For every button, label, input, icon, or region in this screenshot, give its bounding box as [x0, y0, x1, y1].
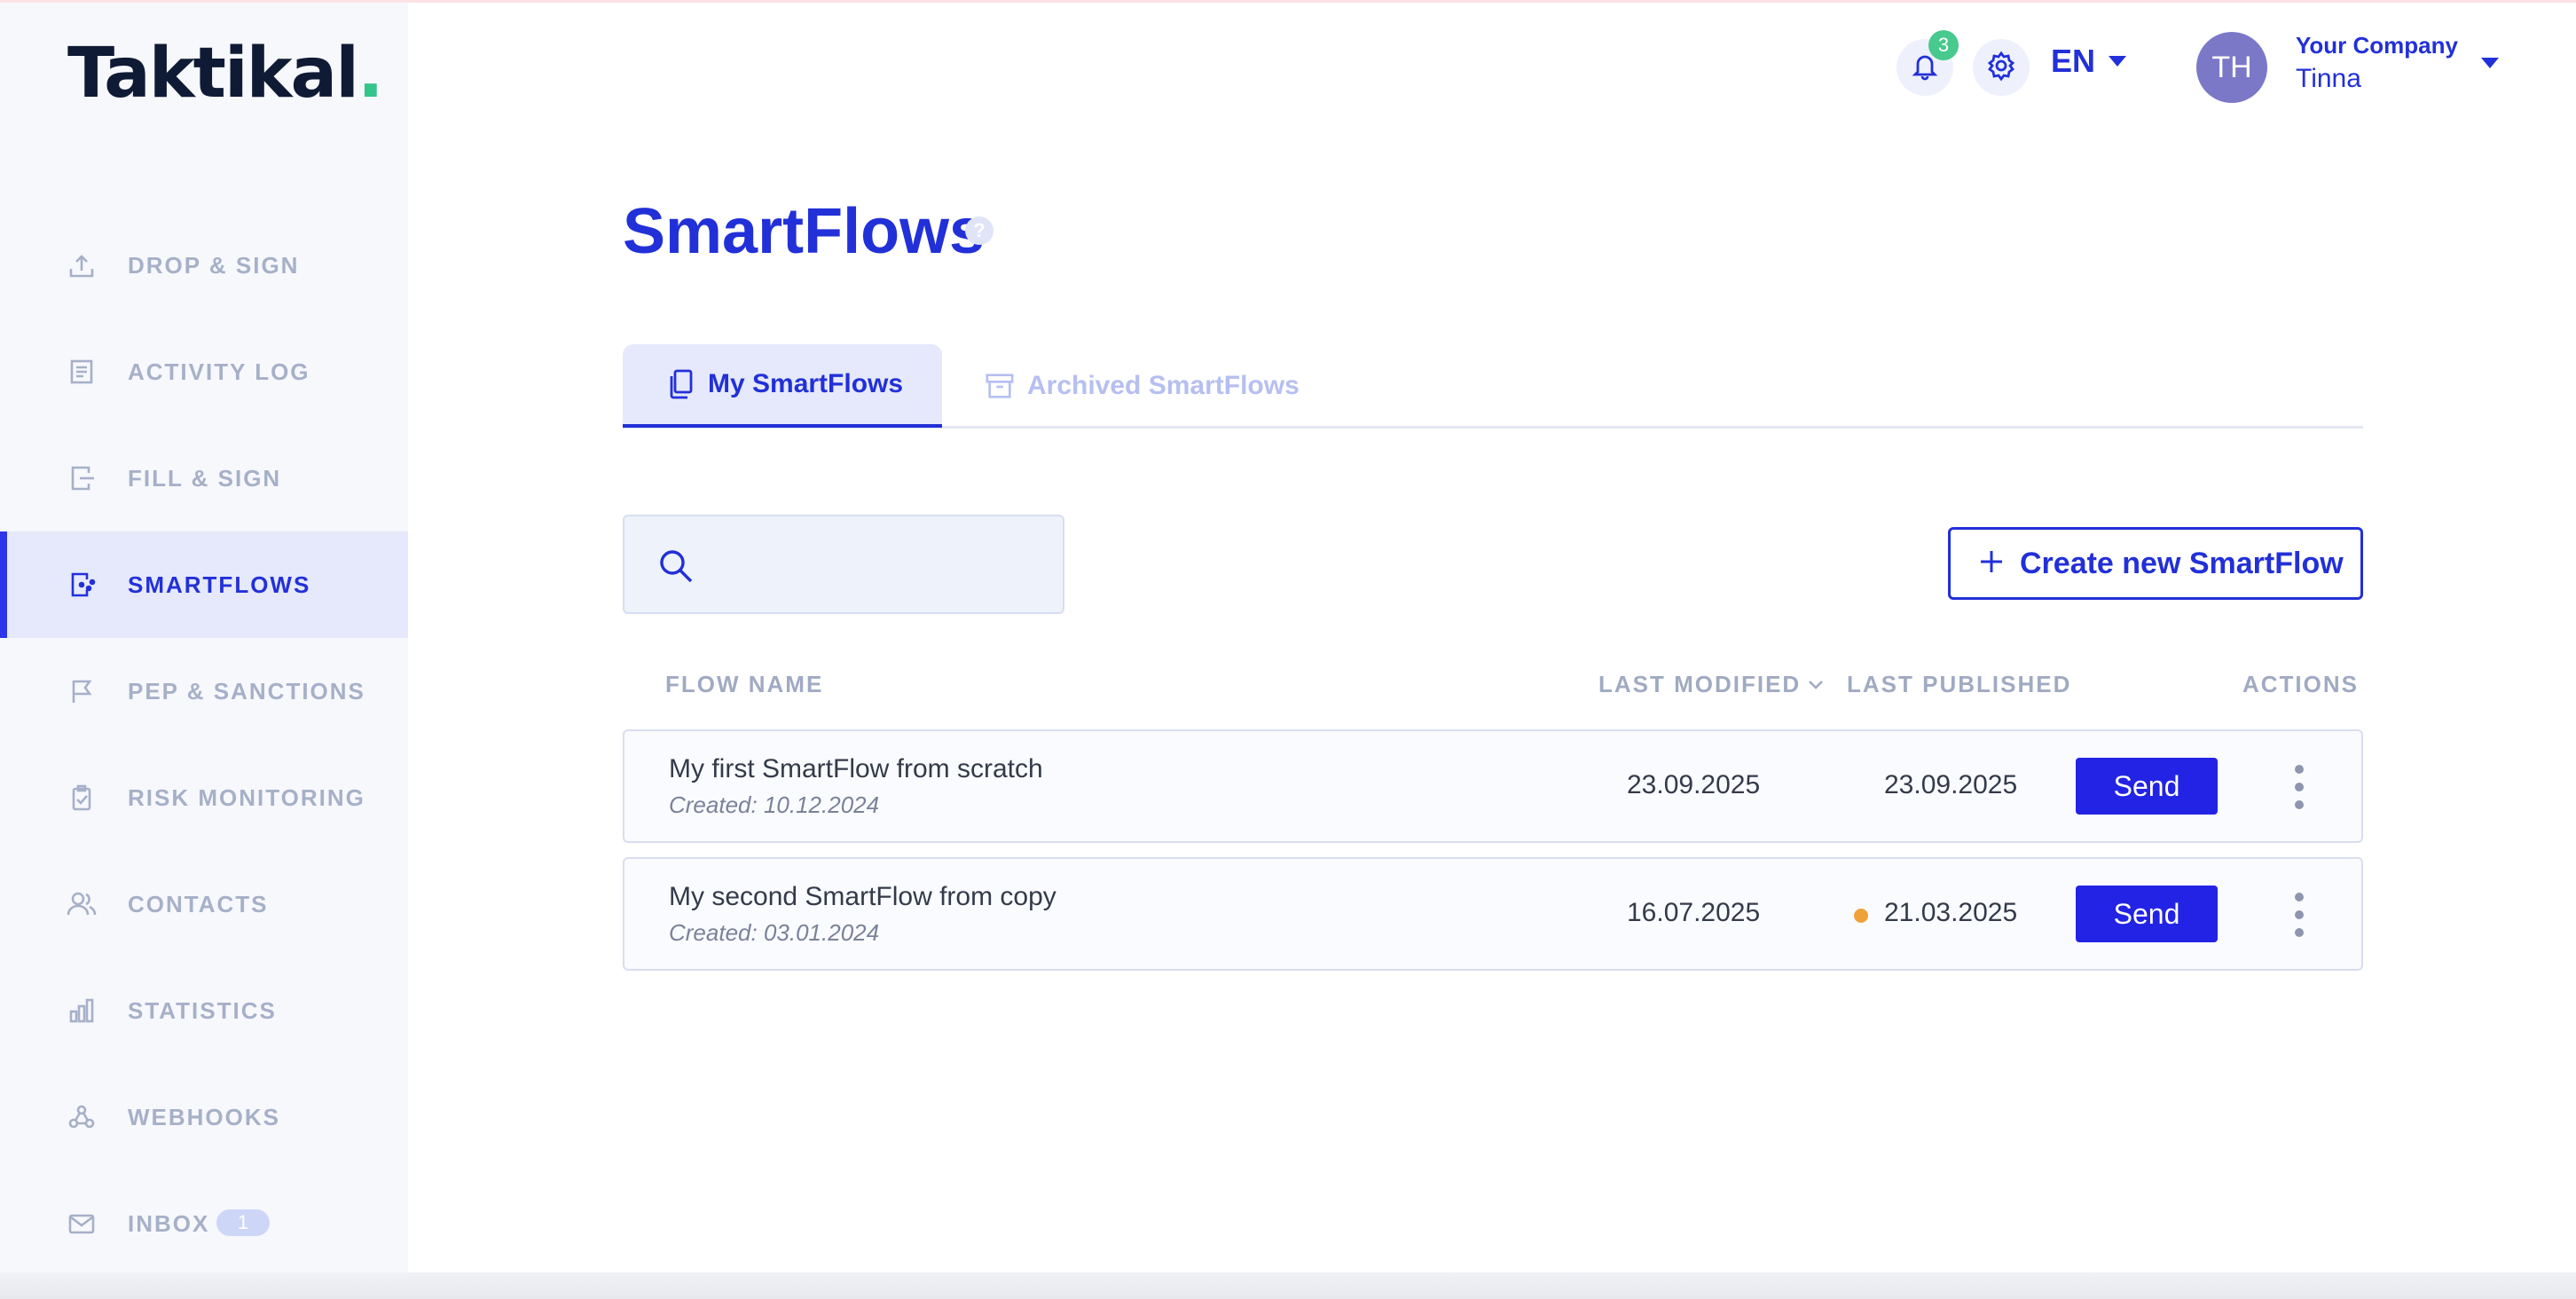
- more-actions-icon[interactable]: [2281, 893, 2317, 937]
- sidebar-item-label: CONTACTS: [128, 890, 269, 917]
- last-published-date: 21.03.2025: [1884, 898, 2018, 927]
- upload-icon: [64, 248, 99, 283]
- search-icon: [656, 547, 695, 590]
- bar-chart-icon: [64, 993, 99, 1028]
- brand-dot: .: [357, 34, 384, 114]
- sidebar-item-label: PEP & SANCTIONS: [128, 677, 365, 705]
- column-header-last-modified[interactable]: LAST MODIFIED: [1598, 671, 1824, 698]
- help-icon[interactable]: ?: [965, 216, 993, 245]
- sidebar-item-pep-sanctions[interactable]: PEP & SANCTIONS: [0, 638, 408, 744]
- search-input[interactable]: [710, 538, 1050, 593]
- user-menu-chevron-down-icon[interactable]: [2480, 57, 2500, 74]
- last-modified-date: 23.09.2025: [1627, 770, 1761, 799]
- user-name: Tinna: [2296, 64, 2361, 93]
- brand-name: Taktikal: [67, 34, 359, 114]
- sidebar: Taktikal. DROP & SIGN ACTIVITY LOG FILL …: [0, 3, 408, 1272]
- company-name: Your Company: [2296, 32, 2458, 59]
- search-box[interactable]: [623, 515, 1064, 614]
- sidebar-item-label: SMARTFLOWS: [128, 571, 311, 598]
- sidebar-item-inbox[interactable]: INBOX 1: [0, 1170, 408, 1277]
- sidebar-item-activity-log[interactable]: ACTIVITY LOG: [0, 319, 408, 425]
- sidebar-item-label: DROP & SIGN: [128, 251, 300, 279]
- column-header-actions: ACTIONS: [2242, 671, 2359, 697]
- last-modified-date: 16.07.2025: [1627, 898, 1761, 927]
- more-actions-icon[interactable]: [2281, 765, 2317, 809]
- last-published-date: 23.09.2025: [1884, 770, 2018, 799]
- sidebar-item-label: ACTIVITY LOG: [128, 358, 310, 385]
- column-header-flow-name: FLOW NAME: [665, 671, 824, 697]
- column-header-label: LAST MODIFIED: [1598, 671, 1802, 697]
- create-button-label: Create new SmartFlow: [2020, 546, 2344, 580]
- archive-box-icon: [985, 368, 1015, 404]
- tab-archived-smartflows[interactable]: Archived SmartFlows: [983, 344, 1320, 428]
- page-title: SmartFlows: [623, 196, 986, 267]
- notifications-count-badge: 3: [1928, 30, 1959, 60]
- flow-name[interactable]: My second SmartFlow from copy: [669, 882, 1056, 912]
- plus-icon: [1979, 549, 2004, 579]
- sidebar-item-risk-monitoring[interactable]: RISK MONITORING: [0, 744, 408, 851]
- sidebar-item-label: STATISTICS: [128, 996, 277, 1024]
- flow-created-date: Created: 10.12.2024: [669, 791, 880, 818]
- send-button[interactable]: Send: [2076, 886, 2218, 942]
- language-label: EN: [2051, 43, 2096, 79]
- sidebar-item-webhooks[interactable]: WEBHOOKS: [0, 1064, 408, 1170]
- mail-icon: [64, 1206, 99, 1241]
- document-list-icon: [64, 354, 99, 390]
- sidebar-item-drop-sign[interactable]: DROP & SIGN: [0, 212, 408, 319]
- sidebar-item-statistics[interactable]: STATISTICS: [0, 957, 408, 1064]
- sidebar-item-contacts[interactable]: CONTACTS: [0, 851, 408, 957]
- clipboard-check-icon: [64, 780, 99, 815]
- chevron-down-icon: [2108, 55, 2127, 67]
- create-smartflow-button[interactable]: Create new SmartFlow: [1948, 527, 2363, 600]
- webhook-icon: [64, 1099, 99, 1135]
- sidebar-item-label: WEBHOOKS: [128, 1103, 280, 1130]
- copy-documents-icon: [665, 366, 695, 402]
- table-row[interactable]: My first SmartFlow from scratch Created:…: [623, 729, 2363, 843]
- page-bottom-edge: [0, 1272, 2576, 1299]
- flag-icon: [64, 673, 99, 709]
- flow-created-date: Created: 03.01.2024: [669, 919, 880, 946]
- sort-chevron-down-icon: [1808, 680, 1824, 690]
- send-button[interactable]: Send: [2076, 758, 2218, 815]
- brand-logo[interactable]: Taktikal.: [67, 29, 384, 118]
- language-selector[interactable]: EN: [2051, 43, 2127, 80]
- users-icon: [64, 886, 99, 922]
- unpublished-changes-dot: [1854, 909, 1868, 923]
- sidebar-item-label: FILL & SIGN: [128, 464, 282, 492]
- tab-my-smartflows[interactable]: My SmartFlows: [623, 344, 942, 428]
- inbox-count-badge: 1: [216, 1209, 270, 1236]
- sidebar-item-smartflows[interactable]: SMARTFLOWS: [0, 531, 408, 638]
- settings-button[interactable]: [1973, 39, 2030, 96]
- tab-label: My SmartFlows: [708, 369, 904, 398]
- smartflow-document-icon: [64, 567, 99, 602]
- sidebar-item-label: INBOX: [128, 1209, 210, 1237]
- table-row[interactable]: My second SmartFlow from copy Created: 0…: [623, 857, 2363, 971]
- sidebar-item-fill-sign[interactable]: FILL & SIGN: [0, 425, 408, 531]
- gear-icon: [1985, 50, 2017, 86]
- sidebar-item-label: RISK MONITORING: [128, 783, 365, 811]
- avatar[interactable]: TH: [2196, 32, 2267, 103]
- document-edit-icon: [64, 461, 99, 496]
- tab-label: Archived SmartFlows: [1027, 371, 1300, 400]
- column-header-last-published: LAST PUBLISHED: [1847, 671, 2072, 697]
- flow-name[interactable]: My first SmartFlow from scratch: [669, 754, 1043, 784]
